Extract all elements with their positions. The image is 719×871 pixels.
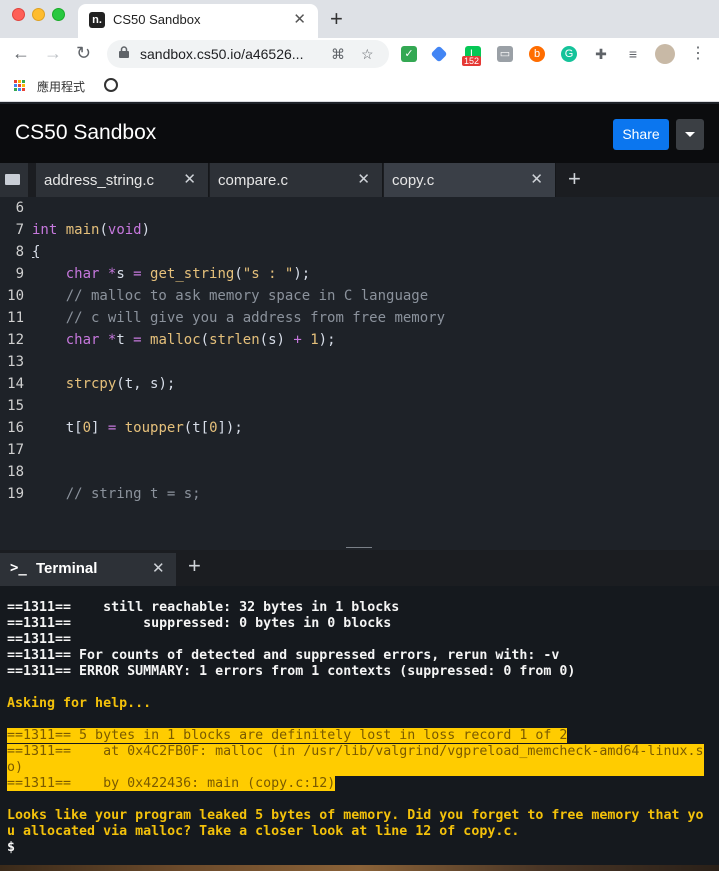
code-line: // string t = s; <box>32 483 201 505</box>
editor-tab-bar: address_string.c ✕ compare.c ✕ copy.c ✕ … <box>0 163 719 197</box>
code-line: char *t = malloc(strlen(s) + 1); <box>65 332 336 348</box>
highlighted-text: ==1311== at 0x4C2FB0F: malloc (in /usr/l… <box>7 744 704 775</box>
terminal-line: ==1311== suppressed: 0 bytes in 0 blocks <box>7 616 392 631</box>
tab-terminal[interactable]: >_ Terminal ✕ <box>0 553 176 586</box>
add-tab-button[interactable]: + <box>568 166 581 192</box>
terminal-prompt-icon: >_ <box>10 560 27 576</box>
url-text: sandbox.cs50.io/a46526... <box>140 46 304 62</box>
cs50-favicon-icon: n. <box>89 12 105 28</box>
lock-icon <box>119 46 129 58</box>
extension-check-icon[interactable]: ✓ <box>401 46 417 62</box>
share-dropdown-button[interactable] <box>676 119 704 150</box>
terminal-line: ==1311== For counts of detected and supp… <box>7 648 560 663</box>
folder-icon <box>5 174 20 185</box>
shell-prompt[interactable]: $ <box>7 840 713 856</box>
terminal-line: ==1311== ERROR SUMMARY: 1 errors from 1 … <box>7 664 576 679</box>
panel-splitter[interactable] <box>0 510 719 552</box>
terminal-line: ==1311== still reachable: 32 bytes in 1 … <box>7 600 400 615</box>
close-icon[interactable]: ✕ <box>530 170 543 188</box>
translate-icon[interactable]: ⌘ <box>331 46 345 63</box>
advice-text: Looks like your program leaked 5 bytes o… <box>7 808 704 839</box>
terminal-tab-bar: >_ Terminal ✕ + <box>0 550 719 586</box>
grammarly-icon[interactable]: G <box>561 46 577 62</box>
tab-compare[interactable]: compare.c ✕ <box>210 163 383 197</box>
line-number: 10 <box>7 288 24 304</box>
line-number: 14 <box>7 376 24 392</box>
share-button[interactable]: Share <box>613 119 669 150</box>
code-line: { <box>32 244 41 260</box>
line-number: 19 <box>7 486 24 502</box>
highlighted-line: ==1311== 5 bytes in 1 blocks are definit… <box>7 728 713 744</box>
browser-tab-strip: n. CS50 Sandbox ✕ + <box>0 0 719 38</box>
bookmarks-bar: 應用程式 <box>0 70 719 102</box>
extension-window-icon[interactable]: ▭ <box>497 46 513 62</box>
line-number: 11 <box>7 310 24 326</box>
forward-arrow-icon[interactable]: → <box>44 43 62 64</box>
code-line: int main(void) <box>32 222 151 238</box>
tab-copy[interactable]: copy.c ✕ <box>384 163 556 197</box>
terminal-tab-label: Terminal <box>36 560 98 577</box>
line-number: 9 <box>15 266 24 282</box>
line-number: 8 <box>15 244 24 260</box>
code-line: // malloc to ask memory space in C langu… <box>32 285 428 307</box>
notification-badge: 152 <box>462 56 482 66</box>
code-line: // c will give you a address from free m… <box>32 307 445 329</box>
close-icon[interactable]: ✕ <box>152 559 165 577</box>
media-queue-icon[interactable]: ≡ <box>625 46 641 62</box>
file-browser-button[interactable] <box>0 163 28 197</box>
tab-label: copy.c <box>392 172 435 189</box>
line-number: 6 <box>15 200 24 216</box>
browser-toolbar: ← → ↻ sandbox.cs50.io/a46526... ⌘ ☆ ✓ L … <box>0 38 719 70</box>
code-comment: // malloc to ask memory space in C langu… <box>65 288 429 304</box>
browser-tab-title: CS50 Sandbox <box>113 12 201 27</box>
browser-tab[interactable]: n. CS50 Sandbox ✕ <box>78 4 318 38</box>
line-number: 16 <box>7 420 24 436</box>
add-terminal-button[interactable]: + <box>188 553 201 579</box>
highlighted-line: ==1311== by 0x422436: main (copy.c:12) <box>7 776 713 792</box>
new-tab-button[interactable]: + <box>330 6 343 32</box>
code-comment: // c will give you a address from free m… <box>65 310 446 326</box>
menu-kebab-icon[interactable]: ⋮ <box>690 46 706 62</box>
maximize-window-button[interactable] <box>52 8 65 21</box>
tab-address-string[interactable]: address_string.c ✕ <box>36 163 209 197</box>
highlighted-text: ==1311== 5 bytes in 1 blocks are definit… <box>7 728 568 743</box>
bookmark-star-icon[interactable]: ☆ <box>361 46 374 63</box>
terminal-output[interactable]: ==1311== still reachable: 32 bytes in 1 … <box>0 586 719 871</box>
close-icon[interactable]: ✕ <box>357 170 370 188</box>
code-comment: // string t = s; <box>65 486 201 502</box>
line-number: 18 <box>7 464 24 480</box>
close-tab-icon[interactable]: ✕ <box>293 10 306 28</box>
puzzle-icon[interactable]: ✚ <box>593 46 609 62</box>
close-icon[interactable]: ✕ <box>183 170 196 188</box>
tab-label: compare.c <box>218 172 289 189</box>
reload-icon[interactable]: ↻ <box>76 43 91 64</box>
line-number: 15 <box>7 398 24 414</box>
extension-b-icon[interactable]: b <box>529 46 545 62</box>
back-arrow-icon[interactable]: ← <box>12 43 30 64</box>
line-number: 17 <box>7 442 24 458</box>
desktop-background-strip <box>0 865 719 871</box>
close-window-button[interactable] <box>12 8 25 21</box>
minimize-window-button[interactable] <box>32 8 45 21</box>
caret-down-icon <box>685 132 695 137</box>
line-number: 7 <box>15 222 24 238</box>
code-editor[interactable]: 6 7 int main(void) 8 { 9 char *s = get_str… <box>0 197 719 510</box>
apps-bookmark-label[interactable]: 應用程式 <box>37 78 85 95</box>
line-number: 13 <box>7 354 24 370</box>
terminal-line: ==1311== <box>7 632 72 647</box>
profile-avatar[interactable] <box>655 44 675 64</box>
globe-icon[interactable] <box>104 78 118 92</box>
code-line: strcpy(t, s); <box>65 376 176 392</box>
apps-grid-icon[interactable] <box>14 80 26 92</box>
extension-diamond-icon[interactable] <box>430 45 448 63</box>
address-bar[interactable]: sandbox.cs50.io/a46526... ⌘ ☆ <box>107 40 389 68</box>
code-line: t[0] = toupper(t[0]); <box>32 420 243 436</box>
app-title: CS50 Sandbox <box>15 121 157 144</box>
help-label: Asking for help... <box>7 696 152 711</box>
line-number: 12 <box>7 332 24 348</box>
code-line: char *s = get_string("s : "); <box>65 266 311 282</box>
highlighted-text: ==1311== by 0x422436: main (copy.c:12) <box>7 776 336 791</box>
tab-label: address_string.c <box>44 172 155 189</box>
app-header: CS50 Sandbox Share <box>0 104 719 163</box>
